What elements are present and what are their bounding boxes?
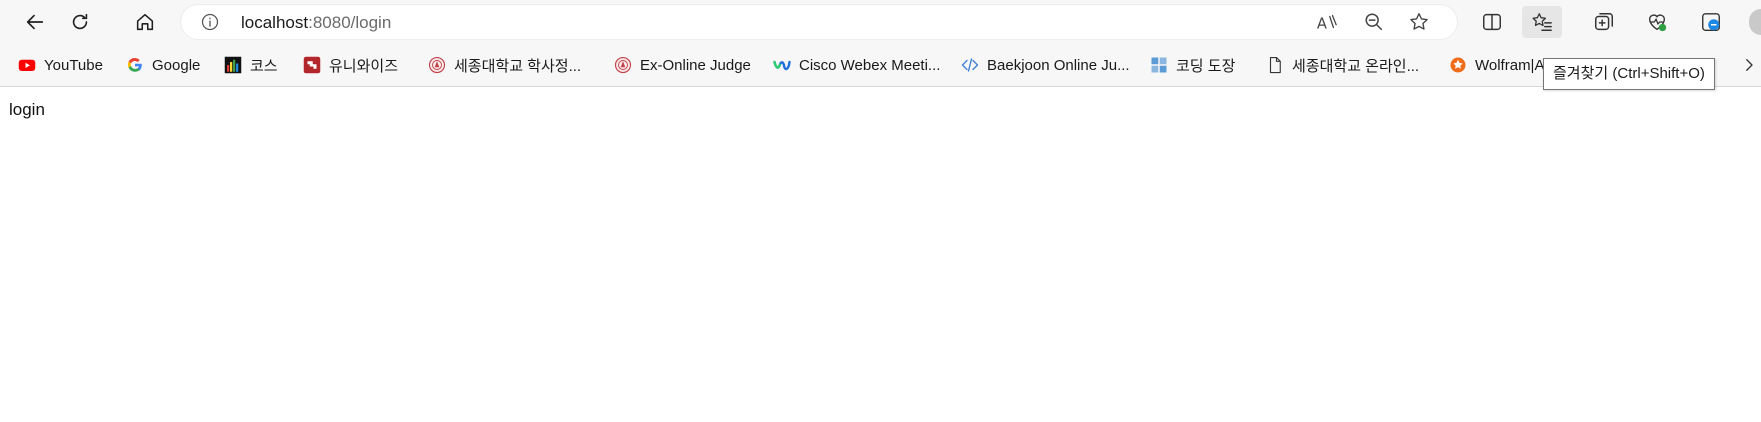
url-path: :8080/login bbox=[308, 13, 392, 32]
page-body-text: login bbox=[9, 100, 45, 119]
bookmark-label: YouTube bbox=[44, 56, 103, 74]
code-icon bbox=[961, 56, 979, 74]
split-screen-button[interactable] bbox=[1472, 6, 1512, 38]
favorites-button[interactable] bbox=[1522, 6, 1562, 38]
address-url[interactable]: localhost:8080/login bbox=[241, 13, 391, 33]
favorites-tooltip: 즐겨찾기 (Ctrl+Shift+O) bbox=[1543, 58, 1715, 90]
back-arrow-icon bbox=[26, 14, 44, 30]
edge-button[interactable] bbox=[1691, 6, 1731, 38]
bookmark-wolfram[interactable]: Wolfram|A bbox=[1449, 54, 1544, 76]
url-host: localhost bbox=[241, 13, 309, 32]
collections-icon bbox=[1595, 13, 1613, 31]
dojang-icon bbox=[1150, 56, 1168, 74]
bookmark-label: Wolfram|A bbox=[1475, 56, 1545, 74]
collections-button[interactable] bbox=[1584, 6, 1624, 38]
chevron-right-icon bbox=[1746, 59, 1753, 71]
bookmark-label: 코스 bbox=[250, 57, 278, 75]
sejong-emblem-icon bbox=[614, 56, 632, 74]
zoom-out-icon[interactable] bbox=[1363, 11, 1385, 33]
bookmark-ex-online-judge[interactable]: Ex-Online Judge bbox=[614, 54, 751, 76]
bookmark-google[interactable]: Google bbox=[126, 54, 200, 76]
bookmark-label: Google bbox=[152, 56, 201, 74]
youtube-icon bbox=[18, 56, 36, 74]
svg-text:A: A bbox=[1317, 15, 1327, 32]
bookmark-label: Baekjoon Online Ju... bbox=[987, 56, 1130, 74]
profile-avatar[interactable] bbox=[1749, 9, 1761, 35]
bookmark-uniwise[interactable]: 유니와이즈 bbox=[303, 54, 398, 76]
bookmark-webex[interactable]: Cisco Webex Meeti... bbox=[773, 54, 940, 76]
bookmark-label: Cisco Webex Meeti... bbox=[799, 56, 941, 74]
bookmarks-bar: YouTube Google 코스 유니와이즈 세종대학교 학사정... Ex-… bbox=[0, 44, 1761, 87]
bookmark-label: 세종대학교 학사정... bbox=[454, 57, 582, 75]
more-bookmarks-button[interactable] bbox=[1740, 54, 1758, 76]
heart-pulse-icon bbox=[1648, 14, 1667, 32]
document-icon bbox=[1266, 56, 1284, 74]
uniwise-icon bbox=[303, 56, 321, 74]
favorites-icon bbox=[1532, 13, 1552, 31]
bar-chart-icon bbox=[224, 56, 242, 74]
bookmark-label: 코딩 도장 bbox=[1176, 57, 1236, 75]
address-bar[interactable]: localhost:8080/login A bbox=[181, 5, 1457, 39]
browser-essentials-button[interactable] bbox=[1637, 6, 1677, 38]
home-icon bbox=[136, 13, 154, 31]
sejong-emblem-icon bbox=[428, 56, 446, 74]
bookmark-youtube[interactable]: YouTube bbox=[18, 54, 103, 76]
webex-icon bbox=[773, 56, 791, 74]
bookmark-label: 세종대학교 온라인... bbox=[1292, 57, 1420, 75]
refresh-button[interactable] bbox=[62, 6, 98, 38]
bookmark-sejong-online[interactable]: 세종대학교 온라인... bbox=[1266, 54, 1419, 76]
bookmark-coding-dojang[interactable]: 코딩 도장 bbox=[1150, 54, 1235, 76]
bookmark-sejong-academic[interactable]: 세종대학교 학사정... bbox=[428, 54, 581, 76]
home-button[interactable] bbox=[127, 6, 163, 38]
add-favorite-star-icon[interactable] bbox=[1408, 11, 1430, 33]
google-icon bbox=[126, 56, 144, 74]
bookmark-label: 유니와이즈 bbox=[329, 57, 399, 75]
site-info-icon[interactable] bbox=[200, 12, 220, 32]
bookmark-baekjoon[interactable]: Baekjoon Online Ju... bbox=[961, 54, 1130, 76]
browser-toolbar: localhost:8080/login A bbox=[0, 0, 1761, 44]
edge-icon bbox=[1702, 13, 1720, 31]
bookmark-label: Ex-Online Judge bbox=[640, 56, 751, 74]
wolfram-icon bbox=[1449, 56, 1467, 74]
back-button[interactable] bbox=[17, 6, 53, 38]
split-screen-icon bbox=[1483, 13, 1501, 31]
refresh-icon bbox=[72, 13, 88, 30]
bookmark-course[interactable]: 코스 bbox=[224, 54, 278, 76]
read-aloud-icon[interactable]: A bbox=[1316, 11, 1338, 33]
